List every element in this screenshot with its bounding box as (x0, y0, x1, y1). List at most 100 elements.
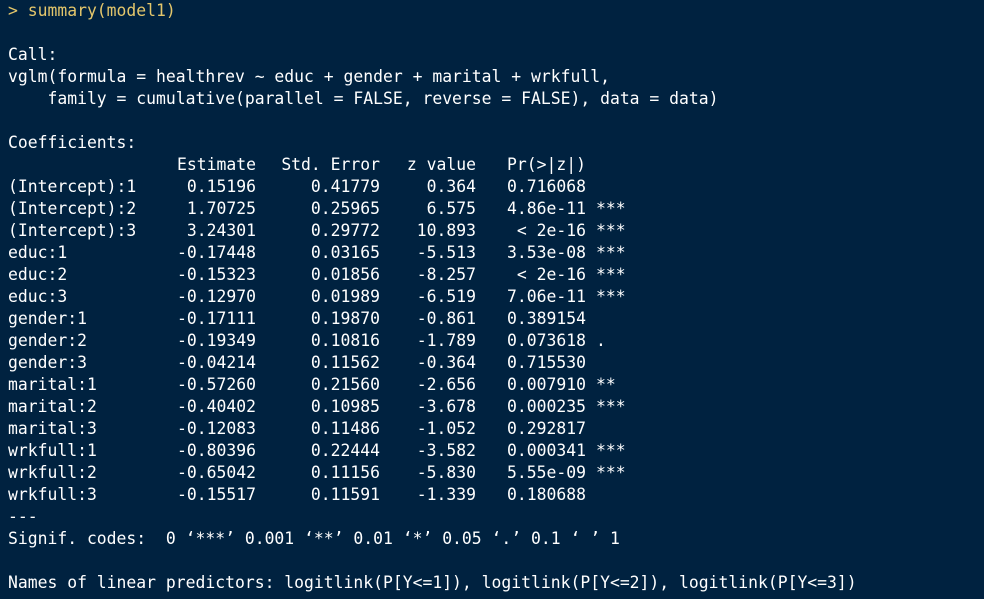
z-value-cell: -0.364 (416, 353, 476, 372)
term-cell: gender:3 (8, 353, 87, 372)
header-std-error: Std. Error (281, 155, 380, 174)
signif-cell: *** (596, 463, 626, 482)
p-value-cell: < 2e-16 (516, 221, 586, 240)
estimate-cell: -0.15323 (177, 265, 256, 284)
p-value-cell: 3.53e-08 (507, 243, 586, 262)
z-value-cell: -5.830 (416, 463, 476, 482)
table-row: marital:2 -0.40402 0.10985 -3.678 0.000235 **… (8, 396, 636, 418)
coefficients-header: Coefficients: (8, 133, 137, 152)
term-cell: (Intercept):2 (8, 199, 137, 218)
std-error-cell: 0.01989 (310, 287, 380, 306)
p-value-cell: 0.292817 (507, 419, 586, 438)
z-value-cell: 10.893 (416, 221, 476, 240)
estimate-cell: -0.12970 (177, 287, 256, 306)
z-value-cell: -0.861 (416, 309, 476, 328)
header-z-value: z value (406, 155, 476, 174)
signif-cell (586, 308, 636, 330)
p-value-cell: 4.86e-11 (507, 199, 586, 218)
p-value-cell: 0.180688 (507, 485, 586, 504)
header-estimate: Estimate (177, 155, 256, 174)
signif-cell: *** (596, 287, 626, 306)
table-row: marital:3 -0.12083 0.11486 -1.052 0.292817 (8, 418, 636, 440)
z-value-cell: -5.513 (416, 243, 476, 262)
p-value-cell: 0.716068 (507, 177, 586, 196)
table-row: gender:2 -0.19349 0.10816 -1.789 0.073618. (8, 330, 636, 352)
std-error-cell: 0.10816 (310, 331, 380, 350)
std-error-cell: 0.19870 (310, 309, 380, 328)
r-console-output[interactable]: > summary(model1) Call: vglm(formula = h… (0, 0, 984, 599)
estimate-cell: -0.40402 (177, 397, 256, 416)
signif-cell: *** (596, 221, 626, 240)
z-value-cell: -1.339 (416, 485, 476, 504)
term-cell: gender:2 (8, 331, 87, 350)
signif-cell: ** (596, 375, 616, 394)
term-cell: marital:1 (8, 375, 97, 394)
table-row: wrkfull:2 -0.65042 0.11156 -5.830 5.55e-09 **… (8, 462, 636, 484)
signif-cell (586, 352, 636, 374)
call-formula-line: vglm(formula = healthrev ~ educ + gender… (8, 67, 610, 86)
command-line: > summary(model1) (8, 1, 176, 20)
call-family-line: family = cumulative(parallel = FALSE, re… (8, 89, 719, 108)
p-value-cell: 0.389154 (507, 309, 586, 328)
std-error-cell: 0.11562 (310, 353, 380, 372)
term-cell: educ:2 (8, 265, 68, 284)
table-row: gender:1 -0.17111 0.19870 -0.861 0.389154 (8, 308, 636, 330)
std-error-cell: 0.10985 (310, 397, 380, 416)
signif-cell: *** (596, 441, 626, 460)
p-value-cell: 7.06e-11 (507, 287, 586, 306)
table-row: gender:3 -0.04214 0.11562 -0.364 0.715530 (8, 352, 636, 374)
z-value-cell: -3.582 (416, 441, 476, 460)
table-row: wrkfull:3 -0.15517 0.11591 -1.339 0.180688 (8, 484, 636, 506)
table-row: marital:1 -0.57260 0.21560 -2.656 0.007910 ** (8, 374, 636, 396)
estimate-cell: -0.12083 (177, 419, 256, 438)
linear-predictors-line: Names of linear predictors: logitlink(P[… (8, 573, 857, 592)
signif-cell (586, 176, 636, 198)
call-header: Call: (8, 45, 58, 64)
p-value-cell: 0.073618 (507, 331, 586, 350)
estimate-cell: -0.04214 (177, 353, 256, 372)
signif-cell (586, 418, 636, 440)
header-p-value: Pr(>|z|) (507, 155, 586, 174)
header-signif (586, 154, 636, 176)
term-cell: wrkfull:3 (8, 485, 97, 504)
term-cell: marital:3 (8, 419, 97, 438)
std-error-cell: 0.25965 (310, 199, 380, 218)
p-value-cell: 0.715530 (507, 353, 586, 372)
table-row: (Intercept):2 1.70725 0.25965 6.575 4.86e-11… (8, 198, 636, 220)
term-cell: (Intercept):3 (8, 221, 137, 240)
estimate-cell: -0.57260 (177, 375, 256, 394)
std-error-cell: 0.11156 (310, 463, 380, 482)
signif-cell: . (596, 331, 606, 350)
z-value-cell: -1.789 (416, 331, 476, 350)
p-value-cell: 0.007910 (507, 375, 586, 394)
z-value-cell: 6.575 (426, 199, 476, 218)
coefficients-table: Estimate Std. Error z value Pr(>|z|) (In… (8, 154, 636, 506)
table-row: wrkfull:1 -0.80396 0.22444 -3.582 0.000341 **… (8, 440, 636, 462)
signif-cell: *** (596, 265, 626, 284)
z-value-cell: -2.656 (416, 375, 476, 394)
table-row: (Intercept):3 3.24301 0.29772 10.893 < 2e-16… (8, 220, 636, 242)
term-cell: educ:1 (8, 243, 68, 262)
coefficients-header-row: Estimate Std. Error z value Pr(>|z|) (8, 154, 636, 176)
signif-cell: *** (596, 243, 626, 262)
std-error-cell: 0.01856 (310, 265, 380, 284)
term-cell: educ:3 (8, 287, 68, 306)
signif-cell: *** (596, 199, 626, 218)
std-error-cell: 0.03165 (310, 243, 380, 262)
signif-codes-line: Signif. codes: 0 ‘***’ 0.001 ‘**’ 0.01 ‘… (8, 529, 620, 548)
estimate-cell: -0.17448 (177, 243, 256, 262)
p-value-cell: < 2e-16 (516, 265, 586, 284)
z-value-cell: -6.519 (416, 287, 476, 306)
header-term (8, 154, 166, 176)
table-row: educ:1 -0.17448 0.03165 -5.513 3.53e-08 *** (8, 242, 636, 264)
z-value-cell: -1.052 (416, 419, 476, 438)
term-cell: (Intercept):1 (8, 177, 137, 196)
std-error-cell: 0.11591 (310, 485, 380, 504)
estimate-cell: -0.19349 (177, 331, 256, 350)
estimate-cell: -0.65042 (177, 463, 256, 482)
p-value-cell: 0.000341 (507, 441, 586, 460)
std-error-cell: 0.29772 (310, 221, 380, 240)
z-value-cell: -8.257 (416, 265, 476, 284)
